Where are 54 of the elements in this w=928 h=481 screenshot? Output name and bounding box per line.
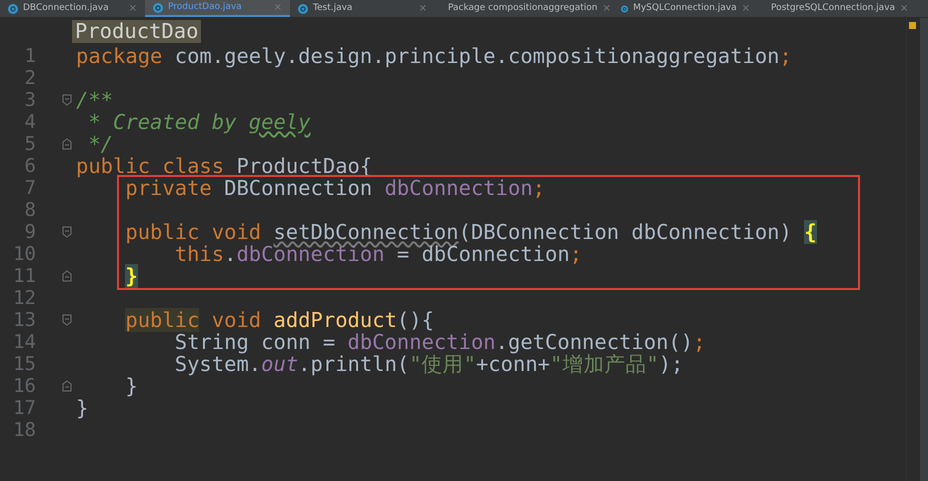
close-icon[interactable]: × (418, 1, 427, 16)
line-number: 11 (12, 265, 36, 287)
line-number: 18 (12, 419, 36, 441)
class-icon (298, 4, 308, 14)
editor-tab[interactable]: MySQLConnection.java × (613, 0, 758, 17)
code-line: public void addProduct(){ (125, 308, 434, 332)
class-icon (8, 4, 18, 14)
code-line: public class ProductDao{ (76, 154, 372, 178)
line-number: 14 (12, 331, 36, 353)
class-icon (621, 4, 628, 14)
warning-marker-icon (909, 22, 916, 29)
line-number: 9 (24, 221, 36, 243)
code-line: */ (88, 132, 114, 156)
code-line: /** (76, 88, 114, 112)
close-icon[interactable]: × (900, 1, 908, 16)
code-line: System.out.println("使用"+conn+"增加产品"); (174, 352, 684, 376)
editor-tab[interactable]: DBConnection.java × (0, 0, 145, 17)
code-line: * Created by geely (88, 110, 310, 134)
line-number: 13 (12, 309, 36, 331)
line-number: 1 (24, 45, 36, 67)
editor-tab[interactable]: Test.java × (290, 0, 435, 17)
fold-icon[interactable] (62, 138, 72, 150)
line-number: 3 (24, 89, 36, 111)
line-number: 6 (24, 155, 36, 177)
editor-tab[interactable]: Package compositionaggregation × (435, 0, 613, 17)
fold-icon[interactable] (62, 270, 72, 282)
close-icon[interactable]: × (602, 1, 611, 16)
code-line: private DBConnection dbConnection; (125, 176, 546, 200)
fold-icon[interactable] (62, 380, 72, 392)
code-line: } (76, 396, 88, 420)
fold-icon[interactable] (62, 94, 72, 106)
breadcrumb[interactable]: ProductDao (72, 20, 202, 43)
fold-icon[interactable] (62, 314, 72, 326)
line-number: 10 (12, 243, 36, 265)
code-line: this.dbConnection = dbConnection; (174, 242, 582, 266)
line-number: 7 (24, 177, 36, 199)
line-number: 16 (12, 375, 36, 397)
class-icon (153, 2, 163, 12)
line-number: 15 (12, 353, 36, 375)
close-icon[interactable]: × (128, 1, 137, 16)
code-line: package com.geely.design.principle.compositionaggregation; (76, 44, 792, 68)
line-number: 8 (24, 199, 36, 221)
fold-icon[interactable] (62, 226, 72, 238)
line-number: 4 (24, 111, 36, 133)
line-number: 17 (12, 397, 36, 419)
close-icon[interactable]: × (274, 0, 282, 15)
editor-tab[interactable]: ProductDao.java × (145, 0, 290, 17)
code-line: } (125, 374, 138, 398)
close-icon[interactable]: × (742, 1, 750, 16)
line-number: 12 (12, 287, 36, 309)
line-number: 2 (24, 67, 36, 89)
code-line: String conn = dbConnection.getConnection(); (174, 330, 706, 354)
code-line: public void setDbConnection(DBConnection dbConnection) { (125, 220, 817, 244)
line-number: 5 (24, 133, 36, 155)
